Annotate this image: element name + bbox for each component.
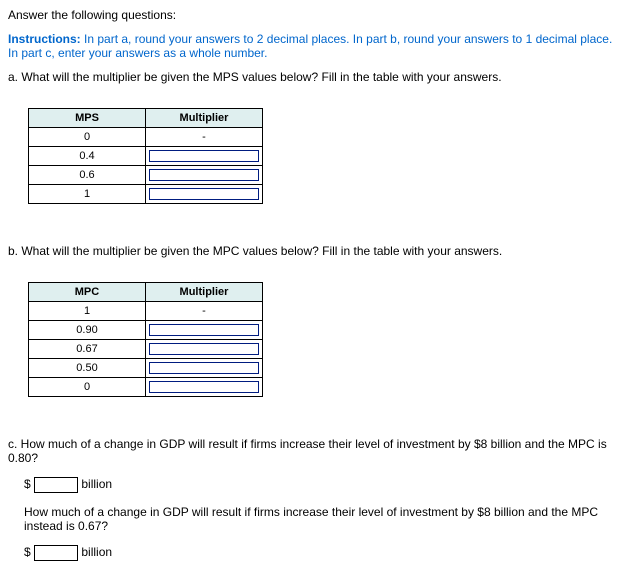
instructions-label: Instructions:	[8, 32, 81, 46]
multiplier-input[interactable]	[149, 324, 258, 336]
part-c-q2: How much of a change in GDP will result …	[24, 505, 625, 533]
table-row: 0.6	[29, 166, 263, 185]
mpc-header: MPC	[29, 283, 146, 302]
mps-value: 1	[29, 185, 146, 204]
multiplier-input[interactable]	[149, 381, 258, 393]
multiplier-input[interactable]	[149, 150, 258, 162]
currency-symbol: $	[24, 477, 31, 491]
table-row: 1	[29, 185, 263, 204]
unit-label: billion	[81, 545, 112, 559]
multiplier-input[interactable]	[149, 169, 258, 181]
multiplier-input[interactable]	[149, 362, 258, 374]
answer-line-2: $ billion	[24, 545, 625, 561]
part-b-prompt: b. What will the multiplier be given the…	[8, 244, 625, 258]
table-row: 0	[29, 378, 263, 397]
multiplier-header: Multiplier	[146, 283, 263, 302]
instructions-text: In part a, round your answers to 2 decim…	[8, 32, 612, 60]
mps-value: 0.6	[29, 166, 146, 185]
part-b-table: MPC Multiplier 1 - 0.90 0.67 0.50 0	[28, 282, 263, 397]
mpc-value: 0	[29, 378, 146, 397]
gdp-change-input-1[interactable]	[34, 477, 78, 493]
gdp-change-input-2[interactable]	[34, 545, 78, 561]
mps-value: 0.4	[29, 147, 146, 166]
multiplier-value: -	[146, 128, 263, 147]
page-title: Answer the following questions:	[8, 8, 625, 22]
unit-label: billion	[81, 477, 112, 491]
part-a-table: MPS Multiplier 0 - 0.4 0.6 1	[28, 108, 263, 204]
multiplier-input[interactable]	[149, 188, 258, 200]
multiplier-input[interactable]	[149, 343, 258, 355]
part-a-prompt: a. What will the multiplier be given the…	[8, 70, 625, 84]
instructions: Instructions: In part a, round your answ…	[8, 32, 625, 60]
mpc-value: 0.50	[29, 359, 146, 378]
table-row: 1 -	[29, 302, 263, 321]
table-row: 0.67	[29, 340, 263, 359]
mps-value: 0	[29, 128, 146, 147]
mps-header: MPS	[29, 109, 146, 128]
multiplier-header: Multiplier	[146, 109, 263, 128]
mpc-value: 0.67	[29, 340, 146, 359]
currency-symbol: $	[24, 545, 31, 559]
multiplier-value: -	[146, 302, 263, 321]
table-row: 0 -	[29, 128, 263, 147]
table-row: 0.4	[29, 147, 263, 166]
table-row: 0.50	[29, 359, 263, 378]
part-c-q1: c. How much of a change in GDP will resu…	[8, 437, 625, 465]
mpc-value: 1	[29, 302, 146, 321]
table-header-row: MPC Multiplier	[29, 283, 263, 302]
answer-line-1: $ billion	[24, 477, 625, 493]
table-row: 0.90	[29, 321, 263, 340]
table-header-row: MPS Multiplier	[29, 109, 263, 128]
mpc-value: 0.90	[29, 321, 146, 340]
